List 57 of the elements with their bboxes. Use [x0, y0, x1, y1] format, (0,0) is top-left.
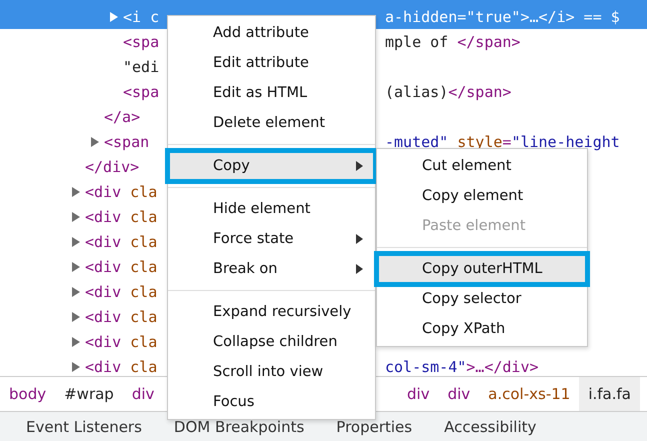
code-text: <div cla — [85, 282, 158, 300]
code-text: "edi — [123, 58, 160, 76]
code-text: col-sm-4">…</div> — [385, 358, 539, 376]
code-text: -muted" style="line-height — [385, 132, 620, 150]
menu-item[interactable]: Edit attribute — [168, 48, 375, 78]
menu-item[interactable]: Scroll into view — [168, 357, 375, 387]
code-text: </div> — [85, 158, 140, 176]
breadcrumb-item[interactable]: div — [122, 377, 164, 411]
code-text: <div cla — [85, 308, 158, 326]
expand-triangle-icon[interactable] — [72, 312, 80, 322]
menu-item[interactable]: Copy outerHTML — [377, 254, 587, 284]
breadcrumb-item[interactable]: #wrap — [55, 377, 123, 411]
breadcrumb-item[interactable]: div — [438, 377, 480, 411]
code-text: <i c — [123, 8, 160, 26]
menu-item[interactable]: Force state — [168, 224, 375, 254]
menu-item[interactable]: Break on — [168, 254, 375, 284]
expand-triangle-icon[interactable] — [72, 186, 80, 196]
menu-item[interactable]: Copy XPath — [377, 314, 587, 344]
menu-item[interactable]: Cut element — [377, 151, 587, 181]
menu-item[interactable]: Copy element — [377, 181, 587, 211]
panel-tab[interactable]: Properties — [336, 418, 412, 441]
menu-item[interactable]: Collapse children — [168, 327, 375, 357]
expand-triangle-icon[interactable] — [110, 12, 118, 22]
menu-item[interactable]: Focus — [168, 387, 375, 417]
code-text: <div cla — [85, 258, 158, 276]
menu-item[interactable]: Edit as HTML — [168, 78, 375, 108]
panel-tab[interactable]: DOM Breakpoints — [174, 418, 304, 441]
breadcrumb-item[interactable]: a.col-xs-11 — [479, 377, 580, 411]
expand-triangle-icon[interactable] — [72, 236, 80, 246]
menu-item[interactable]: Hide element — [168, 194, 375, 224]
menu-item[interactable]: Expand recursively — [168, 297, 375, 327]
breadcrumb-item[interactable]: i.fa.fa — [579, 377, 640, 411]
menu-item[interactable]: Copy selector — [377, 284, 587, 314]
menu-item[interactable]: Delete element — [168, 108, 375, 138]
code-text: (alias)</span> — [385, 82, 512, 100]
code-text: <div cla — [85, 358, 158, 376]
expand-triangle-icon[interactable] — [72, 336, 80, 346]
panel-tab[interactable]: Accessibility — [444, 418, 536, 441]
panel-tab[interactable]: Event Listeners — [26, 418, 142, 441]
breadcrumb-item[interactable]: div — [398, 377, 439, 411]
code-text: <span — [104, 132, 150, 150]
breadcrumb-item[interactable]: body — [0, 377, 56, 411]
code-text: a-hidden="true">…</i> == $ — [385, 8, 620, 26]
code-text: <spa — [123, 32, 160, 50]
expand-triangle-icon[interactable] — [72, 362, 80, 372]
code-text: </a> — [104, 108, 140, 126]
code-text: <div cla — [85, 332, 158, 350]
code-text: <div cla — [85, 232, 158, 250]
expand-triangle-icon[interactable] — [72, 262, 80, 272]
menu-item[interactable]: Copy — [168, 151, 375, 181]
code-text: mple of </span> — [385, 32, 520, 50]
expand-triangle-icon[interactable] — [72, 286, 80, 296]
code-text: <spa — [123, 82, 160, 100]
expand-triangle-icon[interactable] — [91, 136, 99, 146]
code-text: <div cla — [85, 182, 158, 200]
code-text: <div cla — [85, 208, 158, 226]
expand-triangle-icon[interactable] — [72, 212, 80, 222]
